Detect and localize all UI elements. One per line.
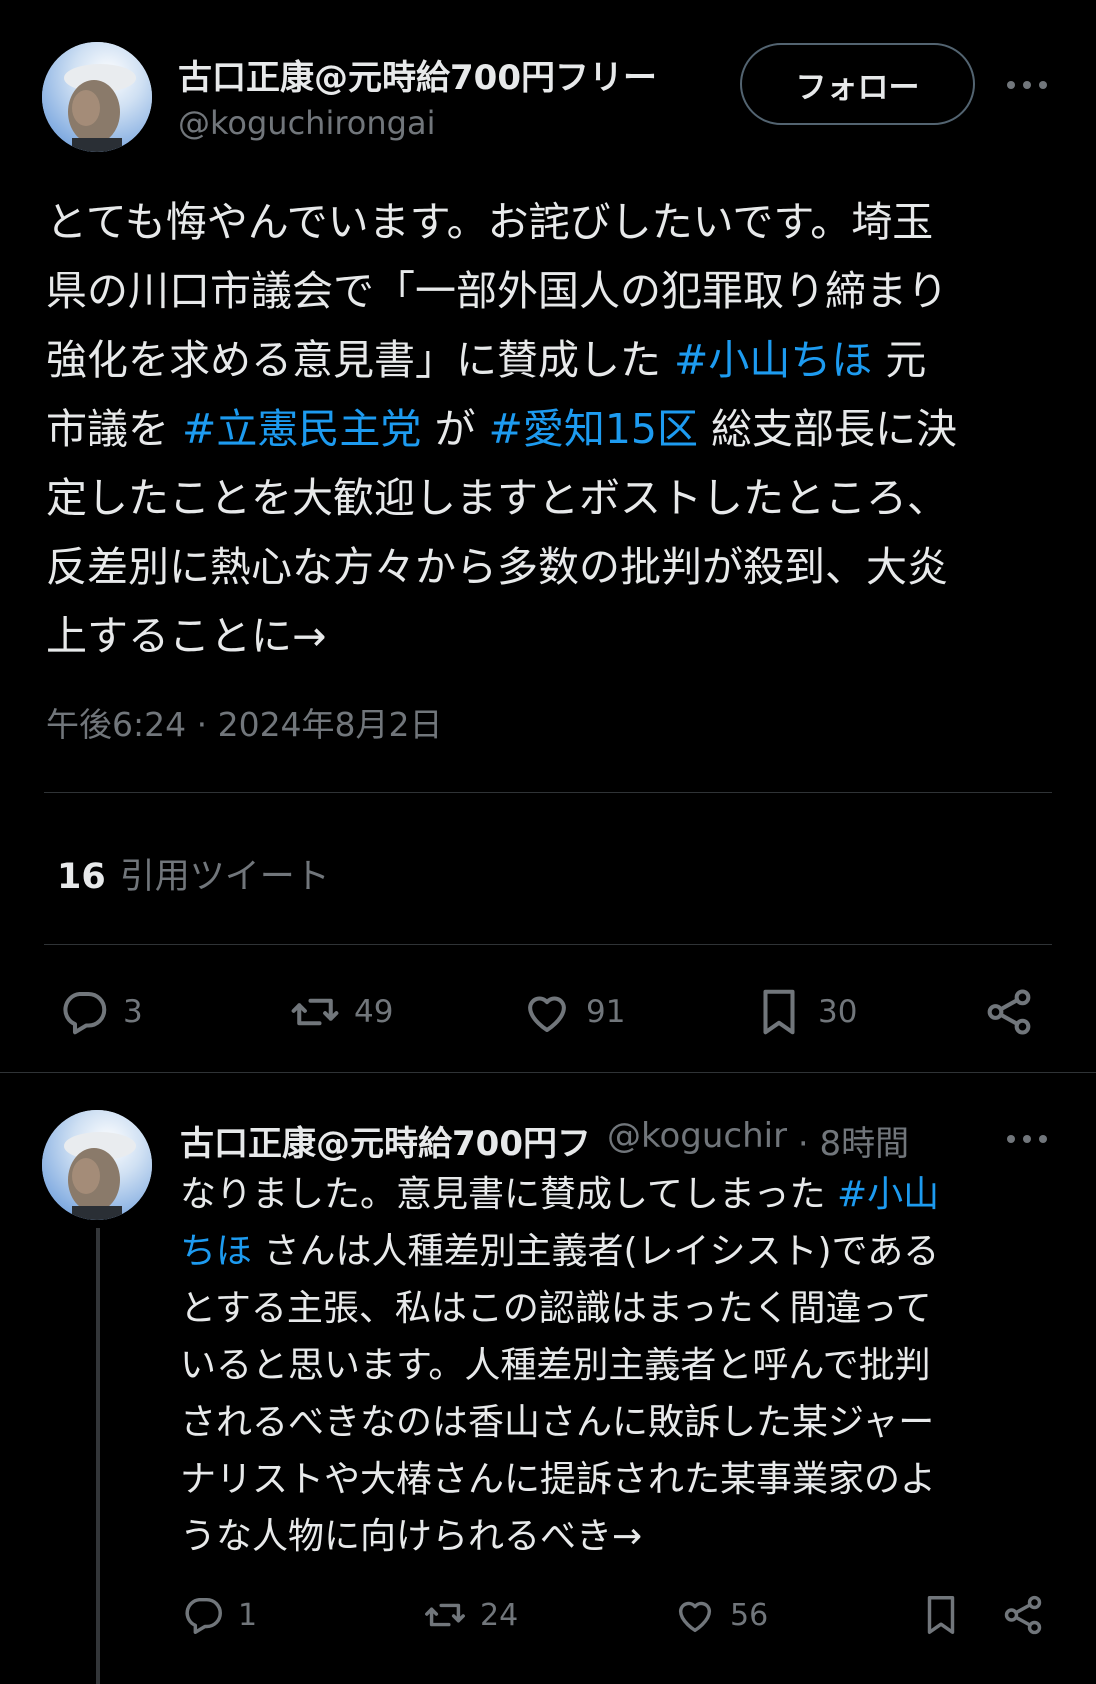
retweet-button[interactable]: 49 [288,985,393,1039]
reply-text: なりました。意見書に賛成してしまった #小山 ちほ さんは人種差別主義者(レイシ… [180,1166,1040,1565]
share-button[interactable] [982,985,1036,1039]
like-button[interactable]: 91 [520,985,625,1039]
reply-text-segment: なりました。意見書に賛成してしまった [180,1174,837,1215]
reply-bookmark-button[interactable] [918,1592,964,1638]
heart-icon [672,1592,718,1638]
bookmark-icon [918,1592,964,1638]
reply-count: 3 [123,994,143,1030]
retweet-count: 24 [480,1597,519,1633]
tweet-text: とても悔やんでいます。お詫びしたいです。埼玉 県の川口市議会で「一部外国人の犯罪… [46,188,1056,671]
divider [44,792,1052,793]
author-avatar[interactable] [42,42,152,152]
tweet-timestamp[interactable]: 午後6:24 · 2024年8月2日 [46,698,443,746]
reply-author-name[interactable]: 古口正康@元時給700円フ [180,1124,591,1164]
more-options-icon[interactable] [1002,60,1052,110]
hashtag-link[interactable]: #愛知15区 [488,405,698,453]
reply-time[interactable]: 8時間 [820,1124,910,1164]
author-handle[interactable]: @koguchirongai [178,104,435,142]
bookmark-icon [752,985,806,1039]
bookmark-count: 30 [818,994,858,1030]
reply-text-segment: さんは人種差別主義者(レイシスト)である とする主張、私はこの認識はまったく間違… [180,1231,940,1557]
author-name[interactable]: 古口正康@元時給700円フリー [178,50,657,99]
reply-retweet-button[interactable]: 24 [422,1592,518,1638]
quote-tweets-link[interactable]: 16 引用ツイート [57,848,330,899]
follow-button[interactable]: フォロー [740,43,975,125]
quote-count: 16 [57,857,106,897]
reply-share-button[interactable] [1000,1592,1046,1638]
like-count: 91 [586,994,626,1030]
quote-label: 引用ツイート [119,857,330,897]
share-icon [1000,1592,1046,1638]
reply-reply-button[interactable]: 1 [180,1592,257,1638]
reply-icon [180,1592,226,1638]
retweet-count: 49 [354,994,394,1030]
like-count: 56 [730,1597,769,1633]
reply-header: 古口正康@元時給700円フ @koguchir · 8時間 [180,1116,1010,1164]
share-icon [982,985,1036,1039]
bookmark-button[interactable]: 30 [752,985,857,1039]
retweet-icon [422,1592,468,1638]
reply-author-handle[interactable]: @koguchir [607,1116,787,1156]
reply-button[interactable]: 3 [57,985,143,1039]
reply-like-button[interactable]: 56 [672,1592,768,1638]
retweet-icon [288,985,342,1039]
tweet-text-segment: が [421,405,489,453]
reply-icon [57,985,111,1039]
heart-icon [520,985,574,1039]
reply-count: 1 [238,1597,258,1633]
reply-author-avatar[interactable] [42,1110,152,1220]
thread-line [96,1228,100,1684]
hashtag-link[interactable]: #小山ちほ [674,336,872,384]
tweet-divider [0,1072,1096,1073]
divider [44,944,1052,945]
main-tweet: 古口正康@元時給700円フリー @koguchirongai フォロー とても悔… [0,0,1096,1072]
header-separator: · [797,1124,809,1164]
more-options-icon[interactable] [1002,1114,1052,1164]
hashtag-link[interactable]: #立憲民主党 [182,405,421,453]
